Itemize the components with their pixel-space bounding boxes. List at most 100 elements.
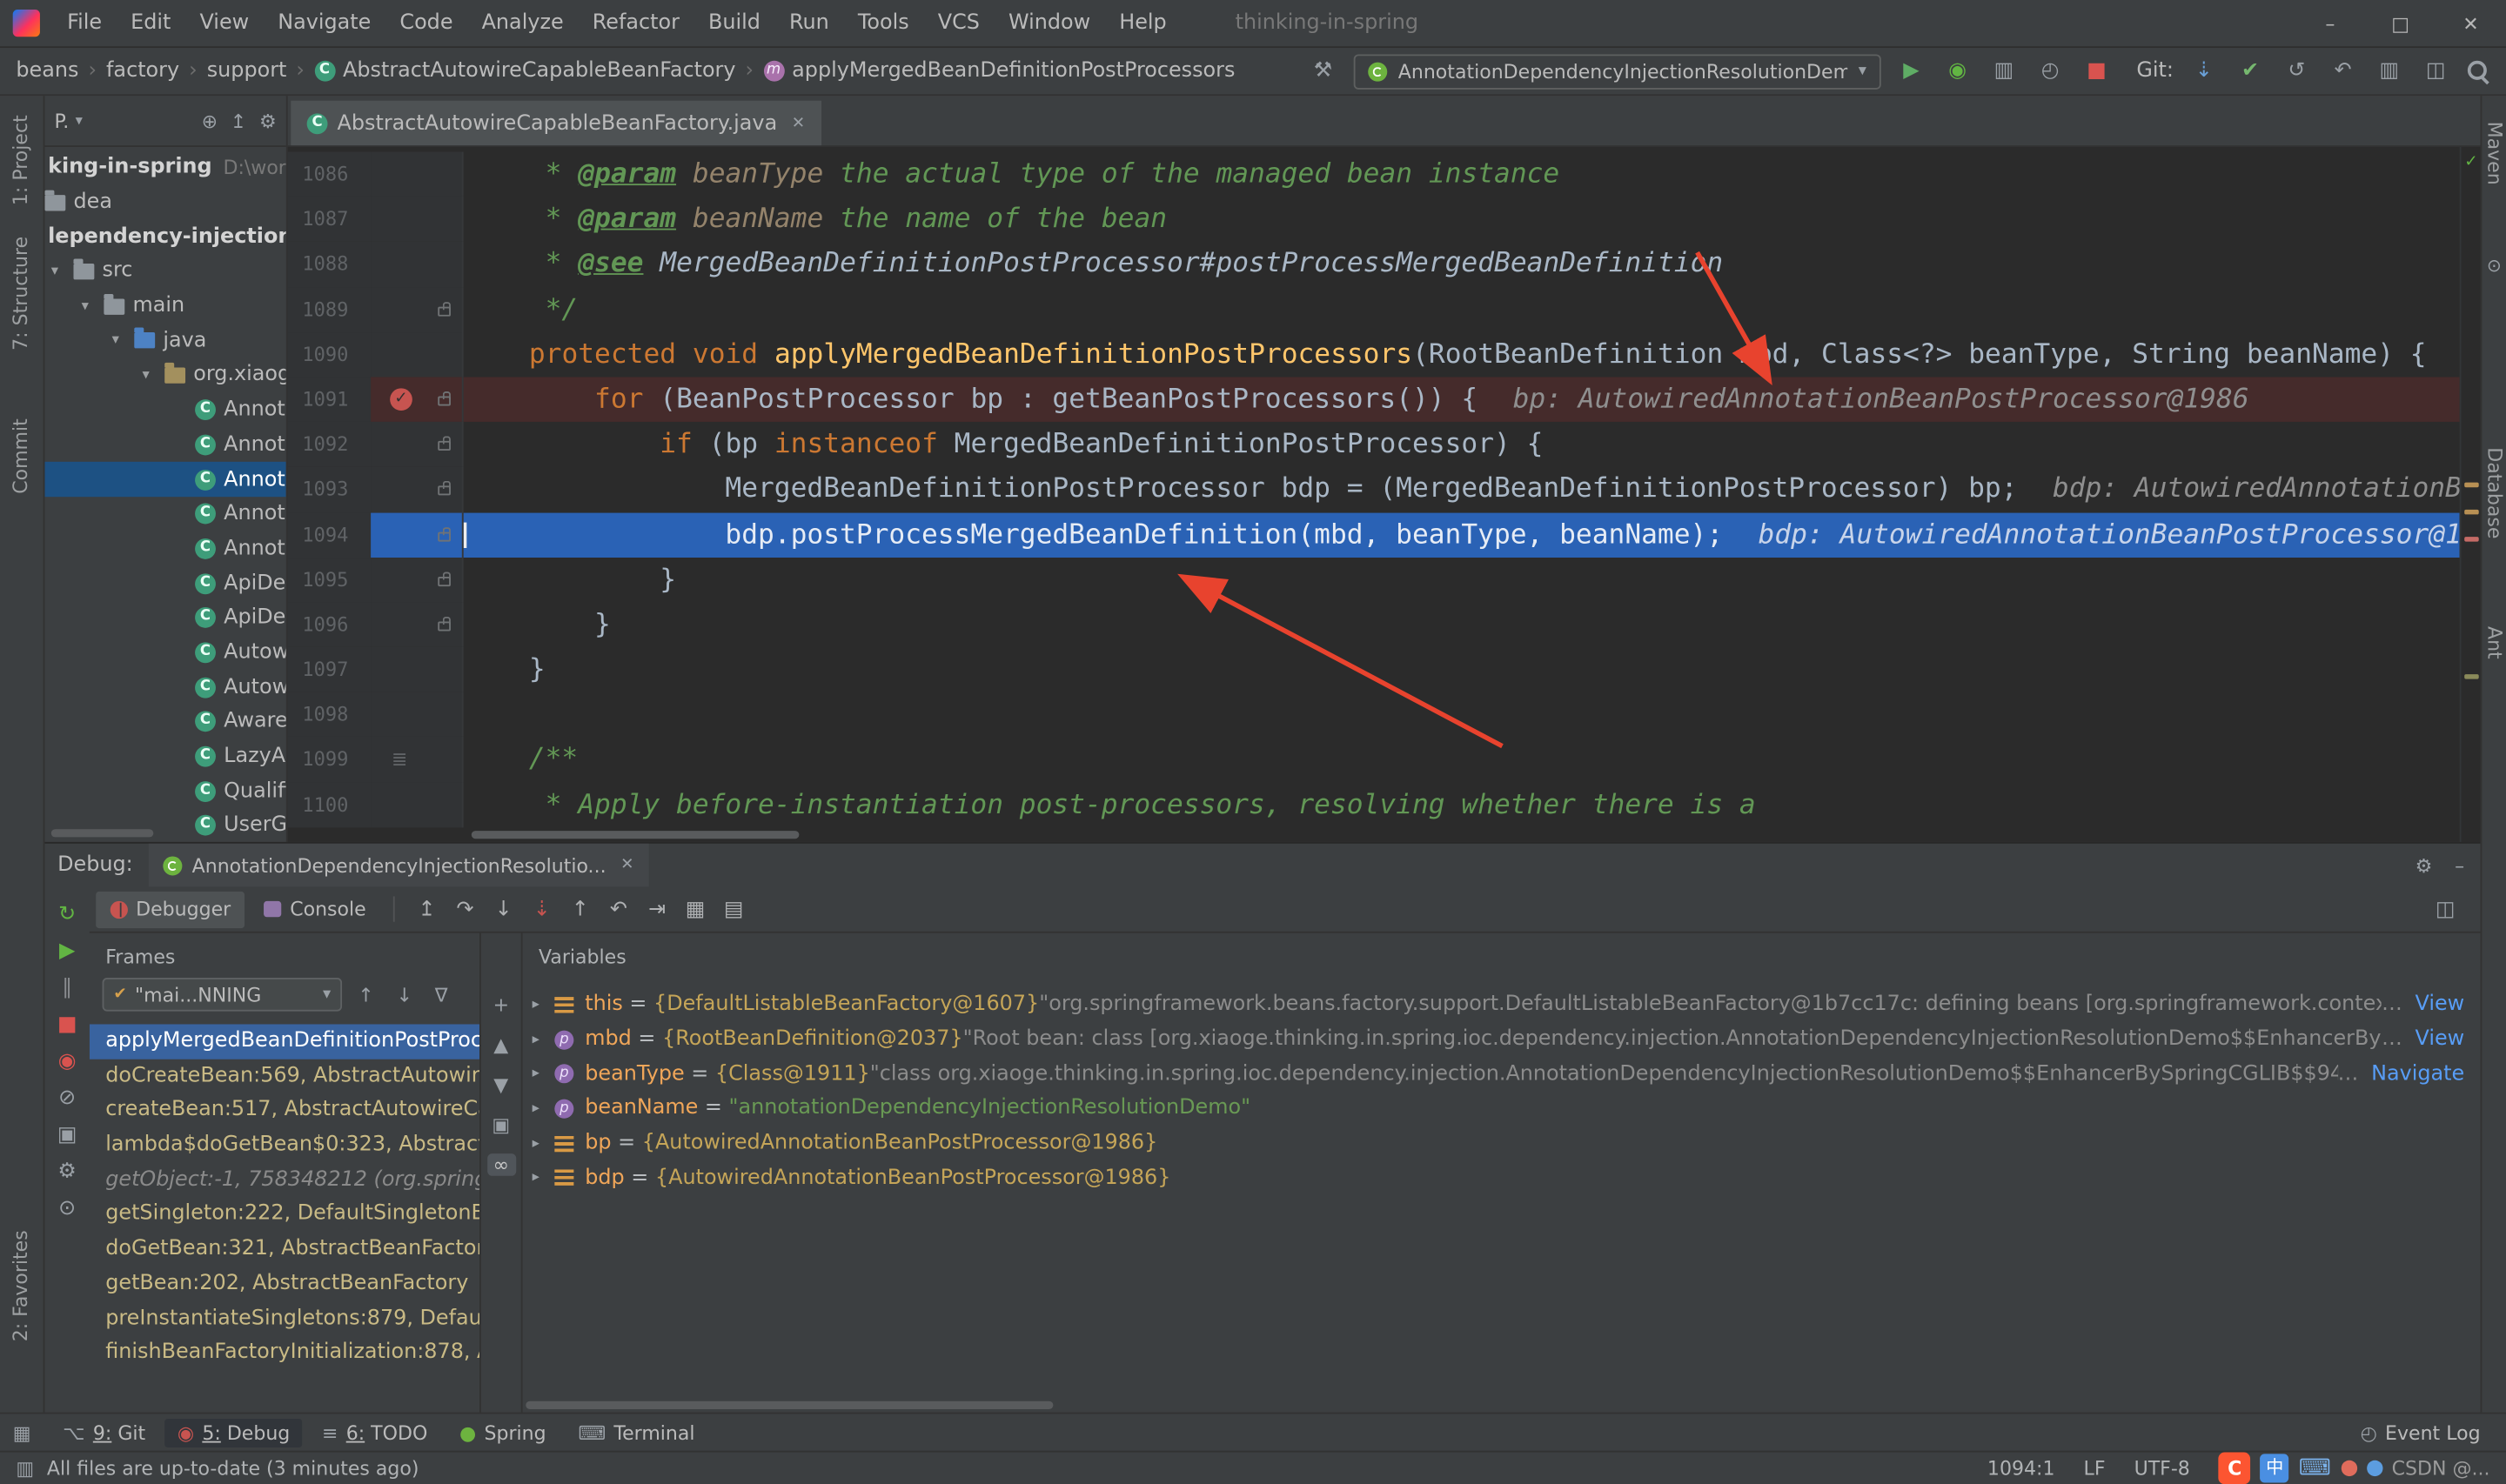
tree-item[interactable]: CAutowir: [44, 635, 285, 670]
view-breakpoints-icon[interactable]: ◉: [51, 1050, 84, 1074]
stack-frame[interactable]: doCreateBean:569, AbstractAutowireCapabl…: [90, 1059, 479, 1093]
gutter-icon-area[interactable]: [371, 242, 464, 287]
app-logo-icon[interactable]: [13, 10, 40, 37]
code-text[interactable]: * @param beanType the actual type of the…: [464, 151, 2460, 197]
tree-item[interactable]: ▾java: [44, 324, 285, 358]
tree-item[interactable]: ▾org.xiaoge.th: [44, 358, 285, 393]
next-frame-icon[interactable]: ↓: [397, 983, 412, 1006]
tool-window-button-ant[interactable]: Ant: [2483, 626, 2506, 659]
chevron-right-icon[interactable]: ▸: [533, 1135, 555, 1151]
gutter-icon-area[interactable]: [371, 377, 464, 422]
gutter-icon-area[interactable]: [371, 332, 464, 378]
menu-code[interactable]: Code: [385, 0, 467, 47]
gutter-icon-area[interactable]: [371, 467, 464, 512]
code-text[interactable]: * @param beanName the name of the bean: [464, 197, 2460, 242]
variable-row[interactable]: ▸bdp = {AutowiredAnnotationBeanPostProce…: [523, 1160, 2481, 1195]
menu-tools[interactable]: Tools: [843, 0, 923, 47]
error-stripe[interactable]: ✓: [2460, 147, 2481, 842]
window-toggle-icon[interactable]: ▦: [13, 1421, 31, 1444]
show-watches-icon[interactable]: ∞: [486, 1153, 515, 1176]
history-button[interactable]: ↺: [2281, 59, 2313, 84]
breakpoint-icon[interactable]: [390, 388, 412, 411]
variable-row[interactable]: ▸pbeanType = {Class@1911} "class org.xia…: [523, 1057, 2481, 1092]
line-number[interactable]: 1093: [288, 467, 372, 512]
code-text[interactable]: }: [464, 602, 2460, 647]
drop-frame-icon[interactable]: ↶: [600, 897, 638, 921]
variable-row[interactable]: ▸bp = {AutowiredAnnotationBeanPostProces…: [523, 1126, 2481, 1160]
debug-session-tab[interactable]: AnnotationDependencyInjectionResolutio..…: [149, 844, 648, 887]
collapse-all-icon[interactable]: ↥: [231, 110, 246, 132]
hide-frames-icon[interactable]: ∇: [435, 983, 448, 1006]
code-text[interactable]: * @see MergedBeanDefinitionPostProcessor…: [464, 242, 2460, 287]
force-step-into-icon[interactable]: ⇣: [523, 897, 561, 921]
variable-view-link[interactable]: View: [2416, 993, 2465, 1017]
stack-frame[interactable]: getSingleton:222, DefaultSingletonBeanRe…: [90, 1197, 479, 1232]
toolwindow-button-event-log[interactable]: ◴Event Log: [2348, 1418, 2493, 1447]
stop-button[interactable]: ■: [2081, 59, 2113, 84]
tool-window-button-2-favorites[interactable]: 2: Favorites: [10, 1231, 32, 1342]
rollback-button[interactable]: ↶: [2327, 59, 2359, 84]
menu-vcs[interactable]: VCS: [923, 0, 994, 47]
line-number[interactable]: 1092: [288, 422, 372, 467]
line-number[interactable]: 1094: [288, 512, 372, 558]
hide-panel-icon[interactable]: –: [2455, 854, 2464, 877]
code-text[interactable]: }: [464, 647, 2460, 692]
variable-navigate-link[interactable]: Navigate: [2371, 1062, 2464, 1086]
maximize-button[interactable]: □: [2365, 0, 2436, 47]
tool-window-button-commit[interactable]: Commit: [10, 418, 32, 494]
project-view-select[interactable]: P. ▾: [54, 110, 83, 132]
tree-item[interactable]: king-in-springD:\work: [44, 150, 285, 185]
rerun-debug-icon[interactable]: ↻: [51, 903, 84, 927]
debug-button[interactable]: ◉: [1941, 59, 1973, 84]
menu-view[interactable]: View: [185, 0, 264, 47]
stop-process-icon[interactable]: ■: [51, 1013, 84, 1037]
menu-refactor[interactable]: Refactor: [578, 0, 694, 47]
toolwindow-toggle[interactable]: ▦: [13, 1421, 31, 1444]
breadcrumb-item[interactable]: CAbstractAutowireCapableBeanFactory: [314, 59, 736, 84]
stack-frame[interactable]: applyMergedBeanDefinitionPostProcessors:…: [90, 1024, 479, 1059]
stack-frame[interactable]: getBean:202, AbstractBeanFactory: [90, 1267, 479, 1301]
code-text[interactable]: }: [464, 557, 2460, 602]
code-text[interactable]: */: [464, 287, 2460, 332]
line-number[interactable]: 1097: [288, 647, 372, 692]
tree-item[interactable]: CApiDepe: [44, 566, 285, 601]
status-widget-icon[interactable]: ▥: [16, 1457, 34, 1480]
code-text[interactable]: bdp.postProcessMergedBeanDefinition(mbd,…: [464, 512, 2460, 558]
toolwindow-button-5-debug[interactable]: ◉5: Debug: [164, 1418, 303, 1447]
tree-item[interactable]: CAnnotati: [44, 427, 285, 462]
tree-item[interactable]: CAnnotati: [44, 392, 285, 427]
gutter-icon-area[interactable]: [371, 557, 464, 602]
step-over-icon[interactable]: ↷: [446, 897, 485, 921]
tree-item[interactable]: CApiDepe: [44, 600, 285, 635]
tree-item[interactable]: dea: [44, 184, 285, 219]
tool-window-button-1-project[interactable]: 1: Project: [10, 115, 32, 205]
resume-program-icon[interactable]: ▶: [51, 939, 84, 964]
code-text[interactable]: MergedBeanDefinitionPostProcessor bdp = …: [464, 467, 2460, 512]
add-watch-icon[interactable]: +: [486, 993, 515, 1016]
stack-frame[interactable]: createBean:517, AbstractAutowireCapableB…: [90, 1093, 479, 1128]
thread-select[interactable]: ✔ "mai...NNING ▾: [103, 978, 343, 1012]
gutter-icon-area[interactable]: [371, 602, 464, 647]
code-text[interactable]: protected void applyMergedBeanDefinition…: [464, 332, 2460, 378]
close-tab-icon[interactable]: ✕: [620, 856, 633, 873]
step-out-icon[interactable]: ↑: [561, 897, 600, 921]
tree-item[interactable]: CLazyAnn: [44, 739, 285, 774]
tree-item[interactable]: CAnnotati: [44, 462, 285, 497]
chevron-right-icon[interactable]: ▸: [533, 997, 555, 1013]
menu-run[interactable]: Run: [774, 0, 843, 47]
caret-position[interactable]: 1094:1: [1987, 1457, 2055, 1480]
update-project-button[interactable]: ⇣: [2188, 59, 2220, 84]
mute-breakpoints-icon[interactable]: ⊘: [51, 1086, 84, 1111]
collapse-icon[interactable]: ▼: [486, 1073, 515, 1096]
menu-edit[interactable]: Edit: [117, 0, 185, 47]
tool-window-button-7-structure[interactable]: 7: Structure: [10, 237, 32, 351]
thread-dump-icon[interactable]: ▣: [51, 1123, 84, 1147]
line-number[interactable]: 1100: [288, 782, 372, 827]
gutter-icon-area[interactable]: [371, 422, 464, 467]
gutter-icon-area[interactable]: [371, 287, 464, 332]
evaluate-expression-icon[interactable]: ▦: [676, 897, 714, 921]
copy-value-icon[interactable]: ▣: [486, 1113, 515, 1136]
toolwindow-button-6-todo[interactable]: ≡6: TODO: [309, 1418, 440, 1447]
previous-frame-icon[interactable]: ↑: [358, 983, 373, 1006]
code-text[interactable]: [464, 692, 2460, 738]
